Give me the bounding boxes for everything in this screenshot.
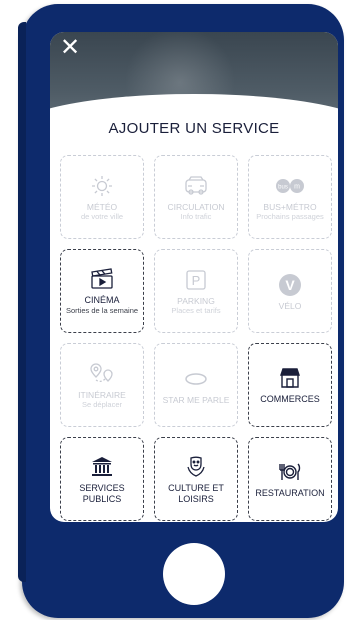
- service-tile-star-me-parle[interactable]: STAR ME PARLE: [154, 343, 238, 427]
- service-tile-parking[interactable]: P PARKING Places et tarifs: [154, 249, 238, 333]
- public-building-icon: [87, 454, 117, 480]
- cutlery-icon: [275, 459, 305, 485]
- service-label: CIRCULATION: [167, 201, 225, 212]
- bus-metro-icon: bus m: [275, 173, 305, 199]
- svg-text:bus: bus: [278, 184, 288, 190]
- parking-icon: P: [181, 267, 211, 293]
- service-tile-bus-metro[interactable]: bus m BUS+MÉTRO Prochains passages: [248, 155, 332, 239]
- service-tile-culture-et-loisirs[interactable]: CULTURE ET LOISIRS: [154, 437, 238, 521]
- service-tile-velo[interactable]: V VÉLO: [248, 249, 332, 333]
- services-grid: MÉTÉO de votre ville CIRCULATION Info tr…: [60, 155, 332, 521]
- bike-v-icon: V: [275, 272, 305, 298]
- service-tile-restauration[interactable]: RESTAURATION: [248, 437, 332, 521]
- service-label: VÉLO: [278, 300, 302, 311]
- service-sublabel: Info trafic: [180, 211, 212, 221]
- phone-edge: [18, 22, 26, 582]
- service-label: COMMERCES: [260, 394, 320, 404]
- service-sublabel: Prochains passages: [256, 211, 324, 221]
- service-tile-itineraire[interactable]: ITINÉRAIRE Se déplacer: [60, 343, 144, 427]
- route-pins-icon: [87, 361, 117, 387]
- service-label: BUS+MÉTRO: [263, 201, 317, 212]
- service-label: CULTURE ET LOISIRS: [168, 482, 224, 504]
- service-label: ITINÉRAIRE: [78, 389, 126, 400]
- chat-bubble-icon: [181, 366, 211, 392]
- shop-icon: [275, 365, 305, 391]
- service-sublabel: Places et tarifs: [171, 305, 221, 315]
- clapperboard-icon: [87, 266, 117, 292]
- service-tile-services-publics[interactable]: SERVICES PUBLICS: [60, 437, 144, 521]
- car-icon: [181, 173, 211, 199]
- service-label: RESTAURATION: [255, 488, 325, 498]
- service-tile-commerces[interactable]: COMMERCES: [248, 343, 332, 427]
- service-label: CINÉMA: [84, 295, 120, 305]
- home-button[interactable]: [163, 543, 225, 605]
- phone-screen: ✕ AJOUTER UN SERVICE MÉTÉO de votre vill…: [50, 32, 338, 522]
- svg-text:m: m: [294, 183, 300, 190]
- svg-text:P: P: [192, 273, 201, 288]
- service-label: PARKING: [177, 295, 215, 306]
- service-label: SERVICES PUBLICS: [79, 482, 125, 504]
- service-label: MÉTÉO: [86, 201, 118, 212]
- service-sublabel: Sorties de la semaine: [65, 306, 139, 315]
- sun-icon: [87, 173, 117, 199]
- service-tile-circulation[interactable]: CIRCULATION Info trafic: [154, 155, 238, 239]
- service-tile-meteo[interactable]: MÉTÉO de votre ville: [60, 155, 144, 239]
- theatre-masks-icon: [181, 454, 211, 480]
- service-sublabel: de votre ville: [80, 211, 124, 221]
- page-title: AJOUTER UN SERVICE: [108, 120, 280, 137]
- service-label: STAR ME PARLE: [162, 394, 230, 405]
- service-tile-cinema[interactable]: CINÉMA Sorties de la semaine: [60, 249, 144, 333]
- close-button[interactable]: ✕: [58, 36, 82, 60]
- service-sublabel: Se déplacer: [81, 399, 123, 409]
- svg-text:V: V: [285, 277, 295, 293]
